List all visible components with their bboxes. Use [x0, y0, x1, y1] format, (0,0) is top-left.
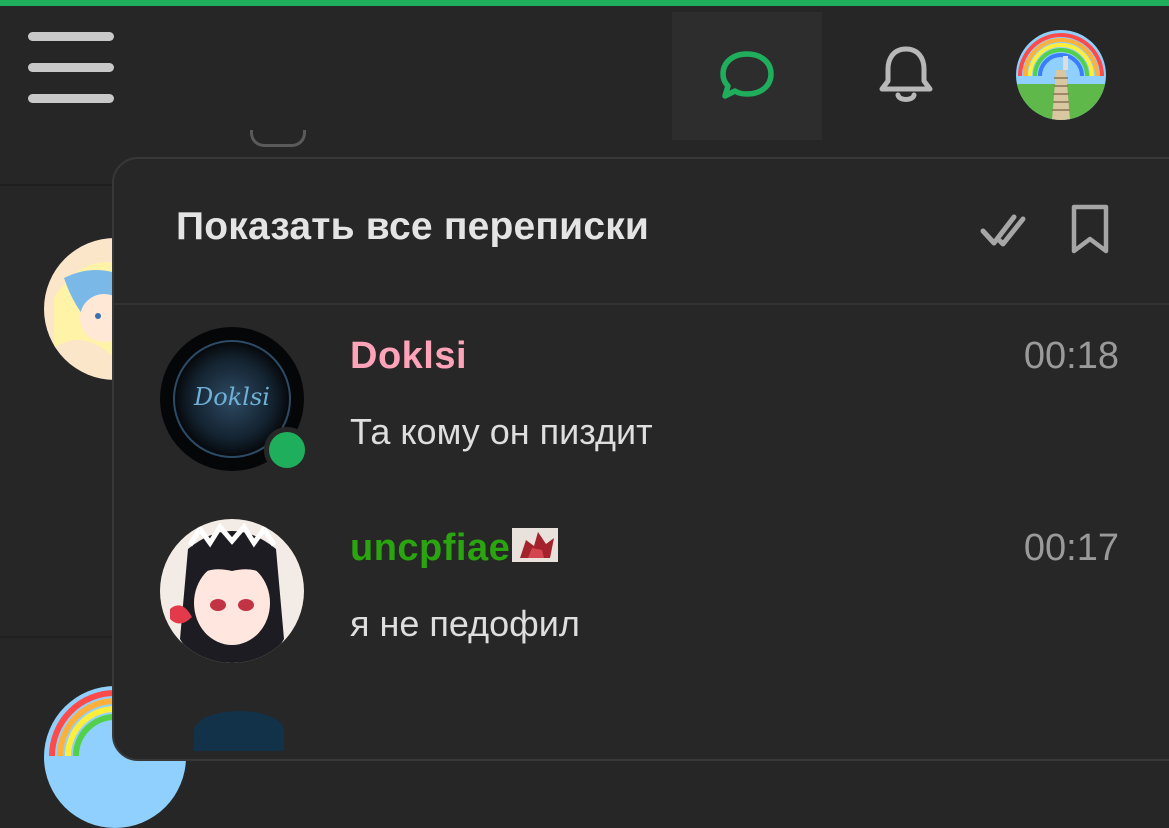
- conversation-item[interactable]: Doklsi Doklsi 00:18 Та кому он пиздит: [114, 327, 1169, 497]
- svg-text:Doklsi: Doklsi: [193, 383, 270, 411]
- bookmarks-button[interactable]: [1068, 203, 1112, 255]
- conversations-dropdown: Показать все переписки Doklsi Doklsi 00:…: [112, 157, 1169, 761]
- dropdown-header: Показать все переписки: [114, 159, 1169, 305]
- avatar: [194, 711, 284, 751]
- double-check-icon: [980, 214, 1026, 247]
- conversation-time: 00:17: [1023, 527, 1119, 569]
- mark-all-read-button[interactable]: [980, 207, 1026, 253]
- avatar: [160, 519, 304, 663]
- bookmark-icon: [1071, 204, 1109, 254]
- messages-button[interactable]: [672, 12, 822, 140]
- conversation-time: 00:18: [1023, 335, 1119, 377]
- conversation-name[interactable]: Doklsi: [350, 335, 467, 378]
- name-badge-icon: [512, 528, 559, 562]
- app-header: [0, 6, 1169, 140]
- conversation-name-text: uncpfiae: [350, 527, 511, 569]
- notifications-button[interactable]: [858, 20, 954, 130]
- conversation-name[interactable]: uncpfiae: [350, 527, 559, 570]
- conversation-last-message: я не педофил: [350, 603, 580, 644]
- conversation-item[interactable]: uncpfiae 00:17 я не педофил: [114, 519, 1169, 689]
- chat-bubble-icon: [720, 51, 774, 99]
- show-all-conversations-link[interactable]: Показать все переписки: [176, 205, 649, 249]
- online-status-indicator: [264, 427, 310, 473]
- bell-icon: [879, 46, 933, 102]
- hamburger-menu-icon[interactable]: [28, 32, 114, 104]
- conversation-last-message: Та кому он пиздит: [350, 411, 653, 452]
- user-avatar[interactable]: [1016, 30, 1106, 120]
